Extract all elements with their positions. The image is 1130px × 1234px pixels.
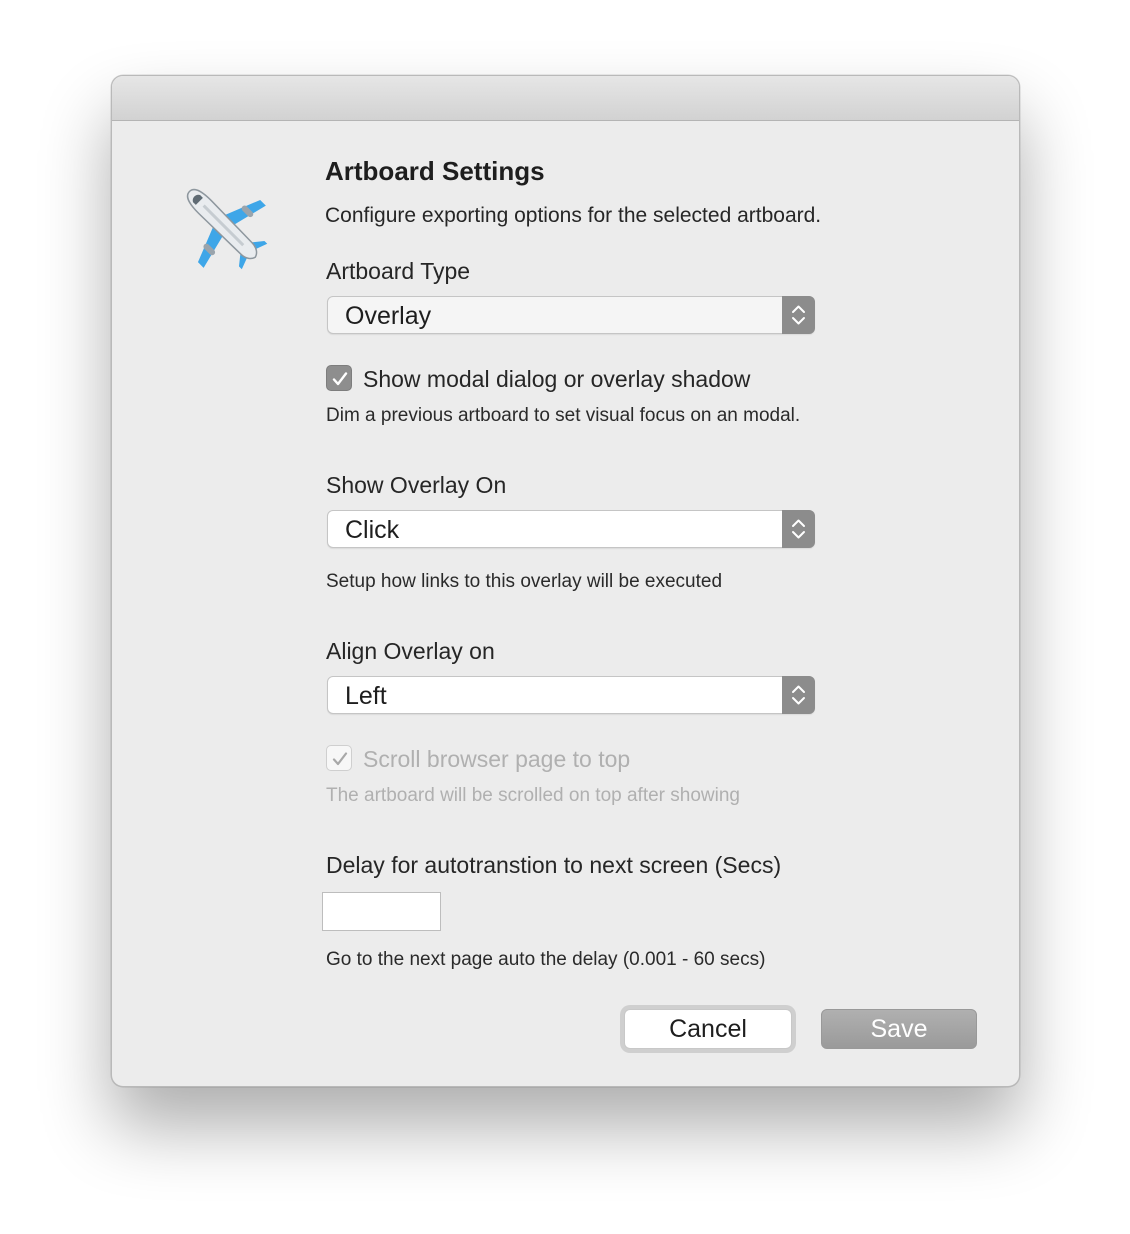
title-bar[interactable] <box>112 76 1019 121</box>
align-overlay-value: Left <box>345 682 387 710</box>
align-overlay-label: Align Overlay on <box>326 638 495 664</box>
align-overlay-select[interactable]: Left <box>327 676 815 714</box>
shadow-checkbox-label[interactable]: Show modal dialog or overlay shadow <box>363 366 750 393</box>
shadow-checkbox[interactable] <box>326 365 352 391</box>
checkmark-icon <box>332 752 348 766</box>
dialog-title: Artboard Settings <box>325 156 545 186</box>
delay-label: Delay for autotranstion to next screen (… <box>326 852 782 878</box>
save-button[interactable]: Save <box>821 1009 977 1049</box>
show-overlay-on-value: Click <box>345 516 400 544</box>
chevron-up-down-icon[interactable] <box>782 676 815 714</box>
artboard-type-label: Artboard Type <box>326 258 471 284</box>
artboard-settings-dialog: Artboard Settings Configure exporting op… <box>111 75 1020 1087</box>
chevron-up-down-icon[interactable] <box>782 296 815 334</box>
chevron-up-down-icon[interactable] <box>782 510 815 548</box>
cancel-button[interactable]: Cancel <box>624 1009 792 1049</box>
shadow-hint: Dim a previous artboard to set visual fo… <box>326 405 801 426</box>
delay-input[interactable] <box>322 892 441 931</box>
scroll-to-top-checkbox[interactable] <box>326 745 352 771</box>
show-overlay-on-label: Show Overlay On <box>326 472 507 498</box>
scroll-to-top-label[interactable]: Scroll browser page to top <box>363 746 630 773</box>
airplane-icon <box>174 176 270 272</box>
scroll-to-top-hint: The artboard will be scrolled on top aft… <box>326 785 741 806</box>
artboard-type-select[interactable]: Overlay <box>327 296 815 334</box>
show-overlay-on-hint: Setup how links to this overlay will be … <box>326 571 723 592</box>
show-overlay-on-select[interactable]: Click <box>327 510 815 548</box>
checkmark-icon <box>332 372 348 386</box>
dialog-description: Configure exporting options for the sele… <box>325 204 822 227</box>
delay-hint: Go to the next page auto the delay (0.00… <box>326 949 766 970</box>
artboard-type-value: Overlay <box>345 302 432 330</box>
